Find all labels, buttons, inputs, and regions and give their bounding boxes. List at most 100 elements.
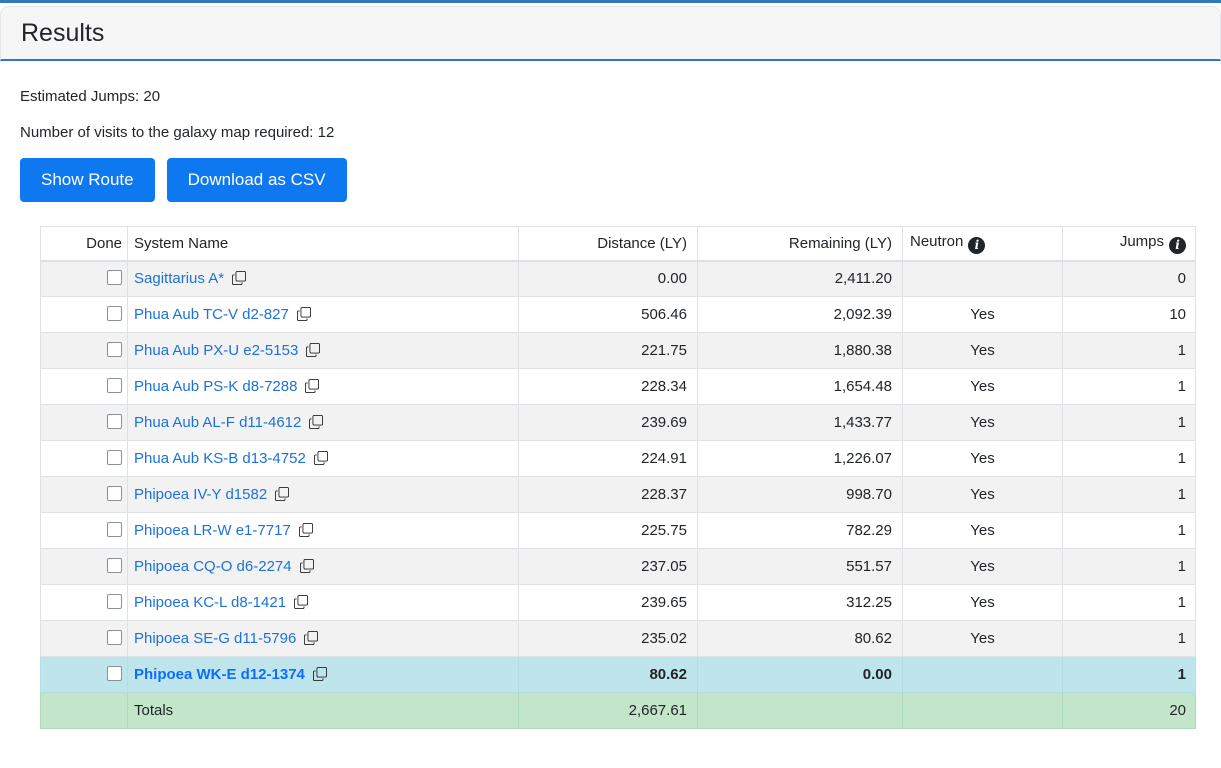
neutron-cell: Yes: [903, 405, 1063, 441]
download-csv-button[interactable]: Download as CSV: [167, 158, 347, 202]
neutron-cell: Yes: [903, 477, 1063, 513]
neutron-cell: Yes: [903, 513, 1063, 549]
done-checkbox[interactable]: [107, 594, 122, 609]
route-row: Phua Aub PS-K d8-7288 228.34 1,654.48 Ye…: [41, 369, 1196, 405]
copy-icon[interactable]: [294, 595, 308, 609]
system-link[interactable]: Phua Aub AL-F d11-4612: [134, 414, 301, 431]
system-link[interactable]: Phipoea WK-E d12-1374: [134, 666, 305, 683]
route-row: Phipoea IV-Y d1582 228.37 998.70 Yes 1: [41, 477, 1196, 513]
copy-icon[interactable]: [314, 451, 328, 465]
done-checkbox[interactable]: [107, 378, 122, 393]
route-row: Phua Aub PX-U e2-5153 221.75 1,880.38 Ye…: [41, 333, 1196, 369]
page-title: Results: [21, 19, 104, 48]
route-row: Phipoea SE-G d11-5796 235.02 80.62 Yes 1: [41, 621, 1196, 657]
system-link[interactable]: Phipoea SE-G d11-5796: [134, 630, 296, 647]
neutron-cell: Yes: [903, 369, 1063, 405]
done-checkbox[interactable]: [107, 450, 122, 465]
route-row: Phua Aub TC-V d2-827 506.46 2,092.39 Yes…: [41, 297, 1196, 333]
distance-cell: 235.02: [519, 621, 698, 657]
route-table: Done System Name Distance (LY) Remaining…: [40, 226, 1196, 729]
galaxy-map-visits-text: Number of visits to the galaxy map requi…: [20, 124, 1201, 141]
totals-done-cell: [41, 693, 128, 729]
system-link[interactable]: Phipoea IV-Y d1582: [134, 486, 267, 503]
jumps-cell: 1: [1063, 405, 1196, 441]
show-route-button[interactable]: Show Route: [20, 158, 155, 202]
copy-icon[interactable]: [306, 343, 320, 357]
done-cell: [41, 585, 128, 621]
copy-icon[interactable]: [309, 415, 323, 429]
system-cell: Phua Aub PS-K d8-7288: [128, 369, 519, 405]
done-checkbox[interactable]: [107, 630, 122, 645]
jumps-cell: 10: [1063, 297, 1196, 333]
done-checkbox[interactable]: [107, 558, 122, 573]
system-link[interactable]: Sagittarius A*: [134, 270, 224, 287]
remaining-cell: 1,226.07: [698, 441, 903, 477]
remaining-cell: 2,411.20: [698, 261, 903, 297]
system-link[interactable]: Phipoea KC-L d8-1421: [134, 594, 286, 611]
remaining-cell: 1,880.38: [698, 333, 903, 369]
done-checkbox[interactable]: [107, 666, 122, 681]
done-checkbox[interactable]: [107, 414, 122, 429]
totals-distance-cell: 2,667.61: [519, 693, 698, 729]
system-link[interactable]: Phua Aub PS-K d8-7288: [134, 378, 297, 395]
done-checkbox[interactable]: [107, 522, 122, 537]
route-row: Phipoea LR-W e1-7717 225.75 782.29 Yes 1: [41, 513, 1196, 549]
neutron-info-icon[interactable]: i: [968, 237, 985, 254]
done-cell: [41, 261, 128, 297]
copy-icon[interactable]: [232, 271, 246, 285]
distance-cell: 0.00: [519, 261, 698, 297]
system-link[interactable]: Phua Aub KS-B d13-4752: [134, 450, 306, 467]
done-cell: [41, 513, 128, 549]
route-row: Phipoea CQ-O d6-2274 237.05 551.57 Yes 1: [41, 549, 1196, 585]
copy-icon[interactable]: [300, 559, 314, 573]
system-cell: Phipoea CQ-O d6-2274: [128, 549, 519, 585]
distance-cell: 228.34: [519, 369, 698, 405]
totals-neutron-cell: [903, 693, 1063, 729]
table-header-row: Done System Name Distance (LY) Remaining…: [41, 227, 1196, 261]
column-header-remaining: Remaining (LY): [698, 227, 903, 261]
system-link[interactable]: Phipoea CQ-O d6-2274: [134, 558, 292, 575]
done-checkbox[interactable]: [107, 270, 122, 285]
distance-cell: 80.62: [519, 657, 698, 693]
distance-cell: 224.91: [519, 441, 698, 477]
totals-label-cell: Totals: [128, 693, 519, 729]
totals-jumps-cell: 20: [1063, 693, 1196, 729]
done-checkbox[interactable]: [107, 342, 122, 357]
done-checkbox[interactable]: [107, 306, 122, 321]
copy-icon[interactable]: [305, 379, 319, 393]
neutron-cell: Yes: [903, 333, 1063, 369]
done-cell: [41, 297, 128, 333]
remaining-cell: 312.25: [698, 585, 903, 621]
remaining-cell: 782.29: [698, 513, 903, 549]
done-cell: [41, 369, 128, 405]
system-link[interactable]: Phua Aub PX-U e2-5153: [134, 342, 298, 359]
distance-cell: 239.69: [519, 405, 698, 441]
route-row: Phipoea WK-E d12-1374 80.62 0.00 1: [41, 657, 1196, 693]
copy-icon[interactable]: [297, 307, 311, 321]
copy-icon[interactable]: [313, 667, 327, 681]
distance-cell: 506.46: [519, 297, 698, 333]
jumps-info-icon[interactable]: i: [1169, 237, 1186, 254]
neutron-header-label: Neutron: [910, 233, 963, 250]
neutron-cell: [903, 657, 1063, 693]
remaining-cell: 2,092.39: [698, 297, 903, 333]
route-row: Phua Aub KS-B d13-4752 224.91 1,226.07 Y…: [41, 441, 1196, 477]
done-checkbox[interactable]: [107, 486, 122, 501]
system-cell: Phua Aub AL-F d11-4612: [128, 405, 519, 441]
action-buttons: Show Route Download as CSV: [20, 158, 1201, 202]
neutron-cell: Yes: [903, 585, 1063, 621]
copy-icon[interactable]: [304, 631, 318, 645]
system-cell: Phipoea IV-Y d1582: [128, 477, 519, 513]
copy-icon[interactable]: [299, 523, 313, 537]
system-link[interactable]: Phipoea LR-W e1-7717: [134, 522, 291, 539]
jumps-cell: 1: [1063, 513, 1196, 549]
system-cell: Phipoea WK-E d12-1374: [128, 657, 519, 693]
remaining-cell: 1,654.48: [698, 369, 903, 405]
system-cell: Phipoea LR-W e1-7717: [128, 513, 519, 549]
totals-remaining-cell: [698, 693, 903, 729]
copy-icon[interactable]: [275, 487, 289, 501]
distance-cell: 228.37: [519, 477, 698, 513]
system-link[interactable]: Phua Aub TC-V d2-827: [134, 306, 289, 323]
system-cell: Phua Aub KS-B d13-4752: [128, 441, 519, 477]
done-cell: [41, 549, 128, 585]
